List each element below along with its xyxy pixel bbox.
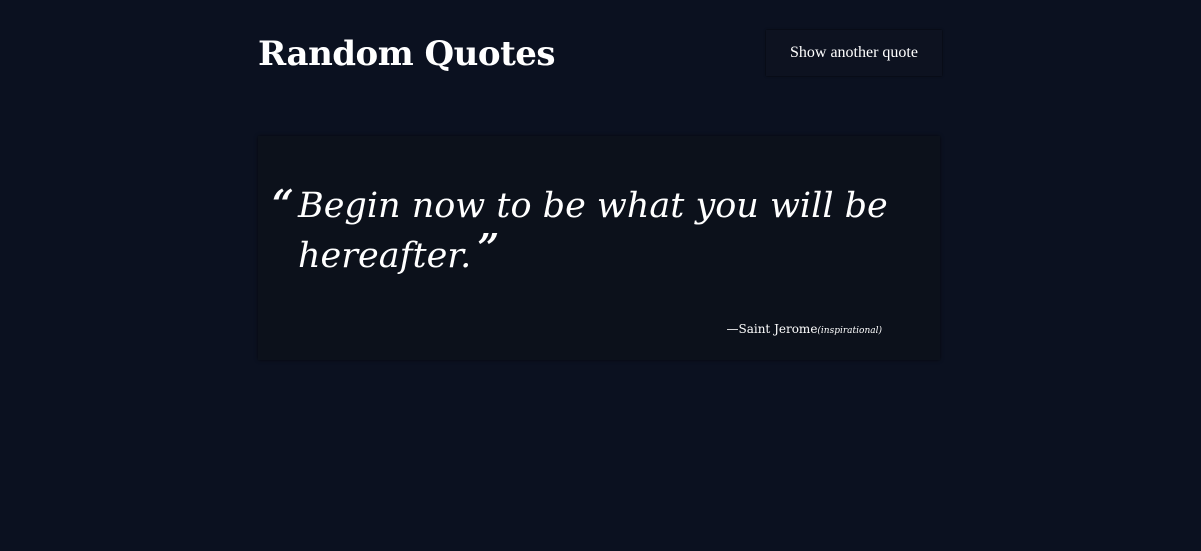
quote-text: Begin now to be what you will be hereaft… xyxy=(298,186,888,276)
quote-block: “Begin now to be what you will be hereaf… xyxy=(272,181,918,280)
quote-category: (inspirational) xyxy=(817,326,882,336)
close-quote-icon: ” xyxy=(477,225,500,270)
quote-author: Saint Jerome xyxy=(738,322,818,336)
header: Random Quotes Show another quote xyxy=(258,30,942,76)
quote-card: “Begin now to be what you will be hereaf… xyxy=(258,136,940,360)
open-quote-icon: “ xyxy=(272,181,294,226)
new-quote-button[interactable]: Show another quote xyxy=(766,30,942,76)
page-title: Random Quotes xyxy=(258,34,556,74)
attribution-dash: — xyxy=(726,322,739,336)
quote-attribution: —Saint Jerome(inspirational) xyxy=(726,322,882,336)
page: Random Quotes Show another quote “Begin … xyxy=(0,0,1201,551)
